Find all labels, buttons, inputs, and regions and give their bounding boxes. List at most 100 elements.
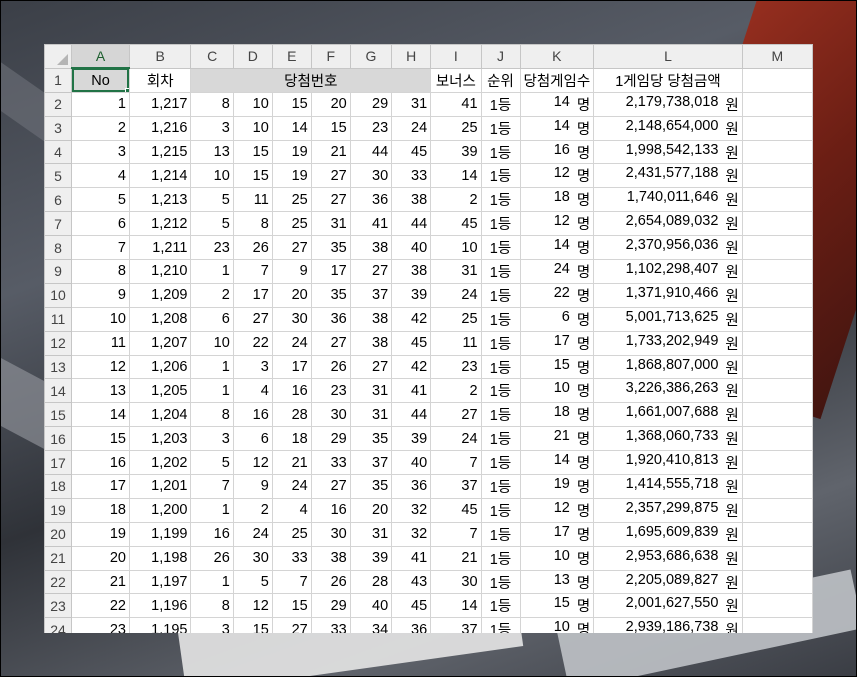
- cell-number[interactable]: 27: [310, 163, 351, 189]
- cell-rank[interactable]: 1등: [480, 617, 521, 633]
- row-header[interactable]: 13: [44, 354, 73, 380]
- cell-bonus[interactable]: 11: [430, 330, 482, 356]
- cell-prize[interactable]: 1,695,609,839 원: [593, 521, 743, 547]
- cell-prize[interactable]: 1,868,807,000 원: [593, 354, 743, 380]
- cell-round[interactable]: 1,204: [128, 402, 192, 428]
- cell-winners[interactable]: 12 명: [519, 211, 595, 237]
- cell-rank[interactable]: 1등: [480, 211, 521, 237]
- row-header[interactable]: 20: [44, 521, 73, 547]
- empty-cell[interactable]: [741, 402, 813, 428]
- cell-number[interactable]: 3: [232, 354, 273, 380]
- cell-no[interactable]: 10: [71, 306, 130, 332]
- cell-number[interactable]: 33: [271, 545, 312, 571]
- cell-number[interactable]: 31: [391, 91, 432, 117]
- cell-number[interactable]: 28: [271, 402, 312, 428]
- cell-bonus[interactable]: 37: [430, 474, 482, 499]
- cell-number[interactable]: 3: [190, 426, 234, 452]
- empty-cell[interactable]: [741, 306, 813, 332]
- cell-number[interactable]: 43: [391, 569, 432, 595]
- empty-cell[interactable]: [741, 521, 813, 547]
- cell-number[interactable]: 21: [310, 139, 351, 165]
- column-header[interactable]: K: [519, 44, 595, 69]
- cell-bonus[interactable]: 7: [430, 450, 482, 476]
- empty-cell[interactable]: [741, 474, 813, 499]
- empty-cell[interactable]: [741, 330, 813, 356]
- cell-rank[interactable]: 1등: [480, 474, 521, 499]
- cell-number[interactable]: 35: [349, 426, 393, 452]
- cell-number[interactable]: 16: [232, 402, 273, 428]
- cell-number[interactable]: 31: [349, 521, 393, 547]
- cell-bonus[interactable]: 7: [430, 521, 482, 547]
- cell-prize[interactable]: 1,998,542,133 원: [593, 139, 743, 165]
- cell-number[interactable]: 44: [349, 139, 393, 165]
- cell-prize[interactable]: 1,733,202,949 원: [593, 330, 743, 356]
- cell-winners[interactable]: 14 명: [519, 115, 595, 141]
- cell-no[interactable]: 9: [71, 282, 130, 308]
- cell-round[interactable]: 1,201: [128, 474, 192, 499]
- cell-round[interactable]: 1,197: [128, 569, 192, 595]
- cell-winners[interactable]: 21 명: [519, 426, 595, 452]
- cell-number[interactable]: 39: [391, 426, 432, 452]
- empty-cell[interactable]: [741, 235, 813, 261]
- cell-no[interactable]: 20: [71, 545, 130, 571]
- cell-number[interactable]: 20: [271, 282, 312, 308]
- cell-round[interactable]: 1,198: [128, 545, 192, 571]
- cell-bonus[interactable]: 45: [430, 211, 482, 237]
- cell-no[interactable]: 22: [71, 593, 130, 619]
- cell-prize[interactable]: 2,001,627,550 원: [593, 593, 743, 619]
- header-cell-bonus[interactable]: 보너스: [430, 67, 482, 93]
- cell-number[interactable]: 26: [310, 354, 351, 380]
- cell-number[interactable]: 4: [232, 378, 273, 404]
- header-cell-winners[interactable]: 당첨게임수: [519, 67, 595, 93]
- cell-number[interactable]: 15: [310, 115, 351, 141]
- empty-cell[interactable]: [741, 211, 813, 237]
- cell-number[interactable]: 36: [349, 187, 393, 213]
- cell-number[interactable]: 33: [310, 450, 351, 476]
- row-header[interactable]: 8: [44, 235, 73, 261]
- cell-rank[interactable]: 1등: [480, 450, 521, 476]
- cell-number[interactable]: 2: [190, 282, 234, 308]
- cell-number[interactable]: 23: [190, 235, 234, 261]
- cell-rank[interactable]: 1등: [480, 91, 521, 117]
- cell-number[interactable]: 5: [190, 187, 234, 213]
- cell-round[interactable]: 1,214: [128, 163, 192, 189]
- cell-number[interactable]: 30: [271, 306, 312, 332]
- cell-number[interactable]: 15: [271, 91, 312, 117]
- cell-no[interactable]: 17: [71, 474, 130, 499]
- cell-winners[interactable]: 13 명: [519, 569, 595, 595]
- cell-bonus[interactable]: 27: [430, 402, 482, 428]
- cell-prize[interactable]: 1,102,298,407 원: [593, 259, 743, 284]
- cell-number[interactable]: 27: [310, 474, 351, 499]
- cell-number[interactable]: 1: [190, 569, 234, 595]
- cell-winners[interactable]: 10 명: [519, 617, 595, 633]
- cell-winners[interactable]: 15 명: [519, 593, 595, 619]
- cell-number[interactable]: 37: [349, 282, 393, 308]
- row-header[interactable]: 14: [44, 378, 73, 404]
- cell-number[interactable]: 8: [190, 402, 234, 428]
- cell-number[interactable]: 5: [190, 450, 234, 476]
- cell-number[interactable]: 40: [391, 235, 432, 261]
- cell-round[interactable]: 1,215: [128, 139, 192, 165]
- empty-cell[interactable]: [741, 593, 813, 619]
- cell-number[interactable]: 7: [190, 474, 234, 499]
- cell-number[interactable]: 40: [391, 450, 432, 476]
- cell-number[interactable]: 4: [271, 497, 312, 523]
- cell-number[interactable]: 45: [391, 330, 432, 356]
- cell-bonus[interactable]: 39: [430, 139, 482, 165]
- cell-number[interactable]: 29: [310, 593, 351, 619]
- cell-bonus[interactable]: 10: [430, 235, 482, 261]
- column-header[interactable]: M: [741, 44, 813, 69]
- cell-winners[interactable]: 14 명: [519, 450, 595, 476]
- cell-rank[interactable]: 1등: [480, 593, 521, 619]
- cell-round[interactable]: 1,196: [128, 593, 192, 619]
- cell-winners[interactable]: 14 명: [519, 235, 595, 261]
- column-header[interactable]: G: [349, 44, 393, 69]
- cell-winners[interactable]: 17 명: [519, 330, 595, 356]
- cell-number[interactable]: 1: [190, 354, 234, 380]
- cell-no[interactable]: 16: [71, 450, 130, 476]
- cell-number[interactable]: 9: [271, 259, 312, 284]
- cell-bonus[interactable]: 2: [430, 378, 482, 404]
- row-header[interactable]: 3: [44, 115, 73, 141]
- cell-number[interactable]: 27: [349, 354, 393, 380]
- cell-number[interactable]: 44: [391, 211, 432, 237]
